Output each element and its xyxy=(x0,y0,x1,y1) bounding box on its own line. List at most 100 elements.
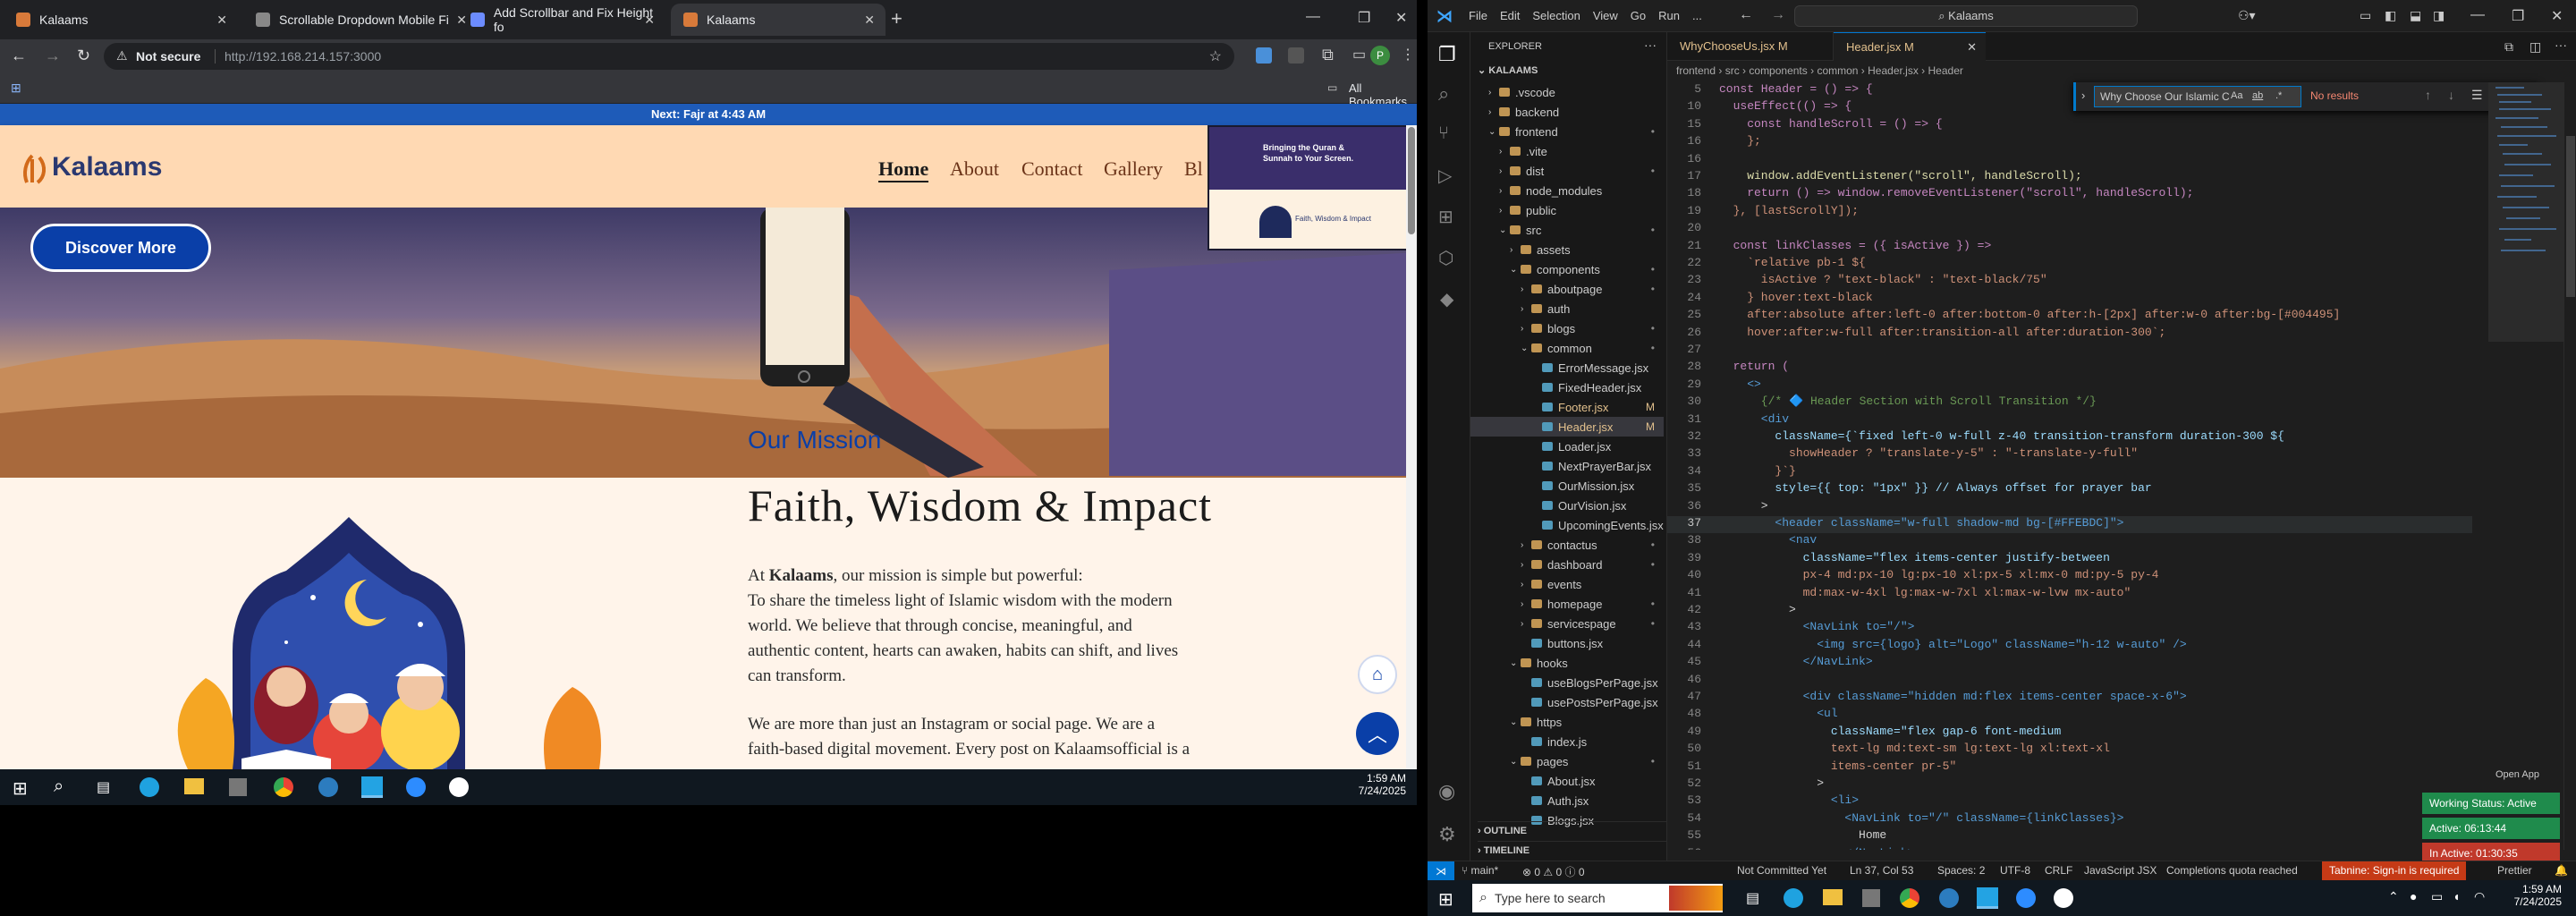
forward-icon[interactable]: → xyxy=(1771,7,1785,23)
tree-file[interactable]: OurMission.jsx xyxy=(1470,476,1664,496)
code-line[interactable]: 53 <li> xyxy=(1667,793,2472,810)
split-editor-icon[interactable]: ⧉ xyxy=(2504,39,2513,55)
zoom-icon[interactable] xyxy=(406,777,426,797)
code-line[interactable]: 27 xyxy=(1667,343,2472,360)
tree-file[interactable]: buttons.jsx xyxy=(1470,633,1664,653)
browser-tab-3[interactable]: Add Scrollbar and Fix Height fo ✕ xyxy=(458,4,665,36)
open-changes-icon[interactable]: ◫ xyxy=(2529,39,2541,55)
code-line[interactable]: 19 }, [lastScrollY]); xyxy=(1667,204,2472,221)
forward-icon[interactable]: → xyxy=(45,47,61,65)
breadcrumb-item[interactable]: Header.jsx xyxy=(1868,64,1919,77)
wifi-icon[interactable]: ◠ xyxy=(2474,889,2485,904)
tree-folder[interactable]: › node_modules xyxy=(1470,181,1664,200)
menu-go[interactable]: Go xyxy=(1631,9,1646,22)
minimize-icon[interactable]: — xyxy=(1306,9,1320,25)
project-header[interactable]: ⌄ KALAAMS xyxy=(1478,64,1538,76)
code-line[interactable]: 30 {/* 🔷 Header Section with Scroll Tran… xyxy=(1667,394,2472,411)
close-tab-icon[interactable]: ✕ xyxy=(216,13,227,28)
more-actions-icon[interactable]: ··· xyxy=(2555,38,2567,52)
tree-folder[interactable]: › assets xyxy=(1470,240,1664,259)
timeline-section[interactable]: › TIMELINE xyxy=(1478,841,1667,856)
tree-file[interactable]: index.js xyxy=(1470,732,1664,751)
profile-avatar[interactable]: P xyxy=(1370,46,1390,65)
address-bar[interactable]: ⚠ Not secure http://192.168.214.157:3000… xyxy=(104,43,1234,70)
tree-folder[interactable]: ⌄ hooks xyxy=(1470,653,1664,673)
tree-folder[interactable]: › .vscode xyxy=(1470,82,1664,102)
nav-contact[interactable]: Contact xyxy=(1021,157,1082,181)
line-endings[interactable]: CRLF xyxy=(2045,864,2072,877)
code-line[interactable]: 18 return () => window.removeEventListen… xyxy=(1667,186,2472,203)
code-line[interactable]: 54 <NavLink to="/" className={linkClasse… xyxy=(1667,811,2472,828)
tree-folder[interactable]: ⌄ src • xyxy=(1470,220,1664,240)
code-line[interactable]: 52 > xyxy=(1667,776,2472,793)
scrollbar-thumb[interactable] xyxy=(1408,127,1415,234)
code-line[interactable]: 23 isActive ? "text-black" : "text-black… xyxy=(1667,273,2472,290)
breadcrumb-item[interactable]: common xyxy=(1817,64,1858,77)
volume-icon[interactable]: ◖ xyxy=(2453,889,2460,903)
settings-gear-icon[interactable]: ⚙ xyxy=(1438,823,1456,846)
tray-chevron-icon[interactable]: ⌃ xyxy=(2388,889,2399,904)
search-icon[interactable]: ⌕ xyxy=(54,776,64,797)
menu-file[interactable]: File xyxy=(1469,9,1487,22)
code-line[interactable]: 37 <header className="w-full shadow-md b… xyxy=(1667,516,2472,533)
code-line[interactable]: 20 xyxy=(1667,221,2472,238)
nav-about[interactable]: About xyxy=(950,157,999,181)
toggle-sidebar-icon[interactable]: ◧ xyxy=(2385,8,2396,23)
source-control-icon[interactable]: ⑂ xyxy=(1438,123,1449,144)
code-line[interactable]: 28 return ( xyxy=(1667,360,2472,377)
breadcrumb-item[interactable]: src xyxy=(1725,64,1740,77)
tree-file[interactable]: Header.jsx M xyxy=(1470,417,1664,437)
store-icon[interactable] xyxy=(229,778,247,796)
tabnine-icon[interactable]: ◆ xyxy=(1440,288,1453,310)
code-line[interactable]: 26 hover:after:w-full after:transition-a… xyxy=(1667,326,2472,343)
code-line[interactable]: 5 const Header = () => { xyxy=(1667,82,2472,99)
code-line[interactable]: 33 showHeader ? "translate-y-5" : "-tran… xyxy=(1667,446,2472,463)
network-icon[interactable]: ▭ xyxy=(2431,889,2443,904)
minimap[interactable] xyxy=(2488,82,2563,850)
code-line[interactable]: 41 md:max-w-4xl lg:max-w-7xl xl:max-w-lv… xyxy=(1667,586,2472,603)
tree-folder[interactable]: › blogs • xyxy=(1470,318,1664,338)
taskbar-search[interactable]: ⌕ Type here to search xyxy=(1472,884,1723,912)
clock[interactable]: 1:59 AM 7/24/2025 xyxy=(2497,883,2562,908)
copilot-status[interactable]: Completions quota reached xyxy=(2166,864,2298,877)
tree-file[interactable]: Footer.jsx M xyxy=(1470,397,1664,417)
problems-indicator[interactable]: ⊗ 0 ⚠ 0 ⓘ 0 xyxy=(1522,864,1585,879)
edge-icon[interactable] xyxy=(1784,888,1803,908)
tree-file[interactable]: usePostsPerPage.jsx xyxy=(1470,692,1664,712)
toggle-secondary-sidebar-icon[interactable]: ◨ xyxy=(2433,8,2445,23)
menu-edit[interactable]: Edit xyxy=(1500,9,1520,22)
account-icon[interactable]: ◉ xyxy=(1438,780,1455,803)
close-tab-icon[interactable]: ✕ xyxy=(864,13,875,28)
nav-gallery[interactable]: Gallery xyxy=(1104,157,1163,181)
code-line[interactable]: 10 useEffect(() => { xyxy=(1667,99,2472,116)
tree-file[interactable]: UpcomingEvents.jsx xyxy=(1470,515,1664,535)
git-blame[interactable]: Not Committed Yet xyxy=(1737,864,1826,877)
code-line[interactable]: 48 <ul xyxy=(1667,707,2472,724)
indentation[interactable]: Spaces: 2 xyxy=(1937,864,1985,877)
maximize-icon[interactable]: ❐ xyxy=(1358,9,1370,27)
code-line[interactable]: 35 style={{ top: "1px" }} // Always offs… xyxy=(1667,481,2472,498)
tree-folder[interactable]: › aboutpage • xyxy=(1470,279,1664,299)
tree-folder[interactable]: › contactus • xyxy=(1470,535,1664,555)
more-actions-icon[interactable]: ··· xyxy=(1644,38,1657,52)
nav-home[interactable]: Home xyxy=(878,157,929,182)
code-line[interactable]: 31 <div xyxy=(1667,412,2472,429)
promo-popup[interactable]: Bringing the Quran & Sunnah to Your Scre… xyxy=(1208,125,1410,250)
code-line[interactable]: 17 window.addEventListener("scroll", han… xyxy=(1667,169,2472,186)
notifications-bell-icon[interactable]: 🔔 xyxy=(2555,864,2568,877)
menu-selection[interactable]: Selection xyxy=(1532,9,1580,22)
discover-more-button[interactable]: Discover More xyxy=(30,224,211,272)
page-scrollbar[interactable] xyxy=(1406,125,1417,769)
extensions-icon[interactable]: ⊞ xyxy=(1438,206,1453,228)
browser-tab-2[interactable]: Scrollable Dropdown Mobile Fi ✕ xyxy=(243,4,478,36)
code-editor[interactable]: 5 const Header = () => {10 useEffect(() =… xyxy=(1667,82,2488,850)
store-icon[interactable] xyxy=(1862,889,1880,907)
code-line[interactable]: 22 `relative pb-1 ${ xyxy=(1667,256,2472,273)
code-line[interactable]: 55 Home xyxy=(1667,828,2472,845)
code-line[interactable]: 38 <nav xyxy=(1667,533,2472,550)
tree-folder[interactable]: › dist • xyxy=(1470,161,1664,181)
tree-folder[interactable]: › public xyxy=(1470,200,1664,220)
edge-icon[interactable] xyxy=(140,777,159,797)
search-icon[interactable]: ⌕ xyxy=(1438,82,1449,106)
code-line[interactable]: 16 }; xyxy=(1667,134,2472,151)
